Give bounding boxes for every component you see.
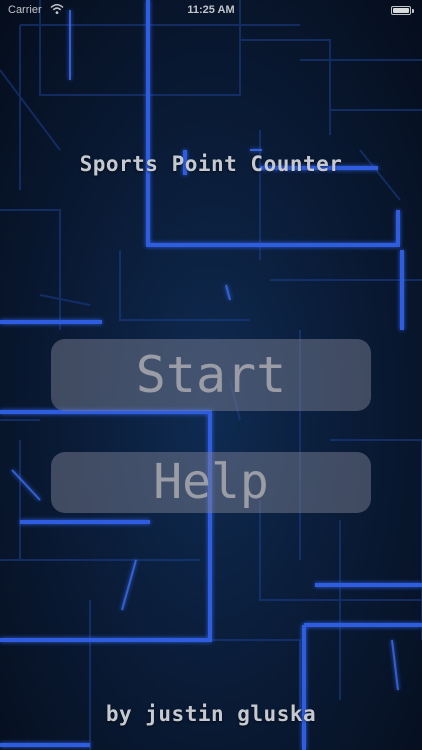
author-credit: by justin gluska: [105, 702, 317, 726]
status-bar: Carrier 11:25 AM: [0, 0, 422, 22]
battery-tip: [412, 9, 414, 13]
status-time: 11:25 AM: [187, 4, 235, 16]
battery-level-fill: [393, 8, 409, 13]
battery-icon: [391, 6, 411, 15]
carrier-label: Carrier: [8, 4, 42, 16]
app-screen: Carrier 11:25 AM Sports Point Counter St…: [0, 0, 422, 750]
app-title: Sports Point Counter: [79, 152, 343, 176]
start-button[interactable]: Start: [51, 339, 371, 411]
wifi-icon: [50, 3, 64, 15]
help-button[interactable]: Help: [51, 452, 371, 513]
